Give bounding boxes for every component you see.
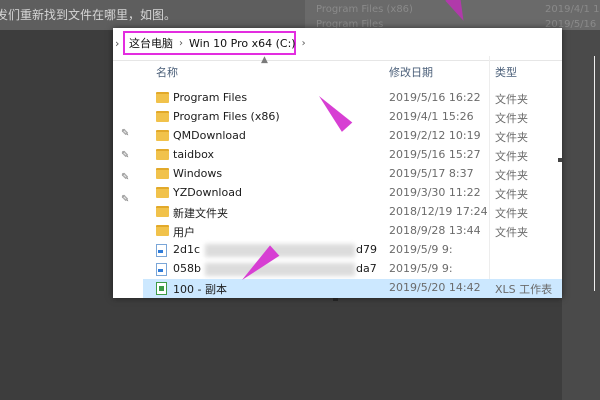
file-row[interactable]: Program Files (x86) 2019/4/1 15:26 文件夹 xyxy=(143,108,562,127)
file-name: YZDownload xyxy=(173,186,242,199)
chevron-right-icon[interactable]: › xyxy=(179,38,183,49)
file-date: 2019/2/12 10:19 xyxy=(389,129,481,142)
file-row[interactable]: Program Files 2019/5/16 16:22 文件夹 xyxy=(143,89,562,108)
file-icon xyxy=(156,244,167,257)
file-type: 文件夹 xyxy=(495,226,528,239)
column-header-name[interactable]: 名称 xyxy=(156,60,178,86)
file-type: 文件夹 xyxy=(495,150,528,163)
file-type: 文件夹 xyxy=(495,169,528,182)
background-ghost-row-date: 2019/4/1 15:26 xyxy=(545,4,600,15)
file-type: 文件夹 xyxy=(495,207,528,220)
folder-icon xyxy=(156,149,169,160)
chevron-right-icon[interactable]: › xyxy=(302,38,306,49)
file-name: Windows xyxy=(173,167,223,180)
file-type: 文件夹 xyxy=(495,93,528,106)
file-row[interactable]: Windows 2019/5/17 8:37 文件夹 xyxy=(143,165,562,184)
file-date: 2019/5/16 15:27 xyxy=(389,148,481,161)
redacted-text xyxy=(205,244,355,257)
file-name: taidbox xyxy=(173,148,214,161)
file-name: QMDownload xyxy=(173,129,246,142)
pin-icon[interactable]: ✎ xyxy=(121,194,129,205)
file-row[interactable]: taidbox 2019/5/16 15:27 文件夹 xyxy=(143,146,562,165)
breadcrumb-drive[interactable]: Win 10 Pro x64 (C:) xyxy=(189,37,296,50)
file-row[interactable]: 058b da7 2019/5/9 9: xyxy=(143,260,562,279)
file-date: 2019/4/1 15:26 xyxy=(389,110,474,123)
column-divider[interactable] xyxy=(594,56,595,291)
file-row[interactable]: QMDownload 2019/2/12 10:19 文件夹 xyxy=(143,127,562,146)
pin-icon[interactable]: ✎ xyxy=(121,150,129,161)
quick-access-pane: ✎ ✎ ✎ ✎ xyxy=(113,60,143,298)
file-date: 2019/5/9 9: xyxy=(389,262,453,275)
folder-icon xyxy=(156,168,169,179)
background-caption: 发们重新找到文件在哪里，如图。 xyxy=(0,8,177,22)
redacted-text xyxy=(205,263,355,276)
file-date: 2019/5/20 14:42 xyxy=(389,281,481,294)
file-name: 058b xyxy=(173,262,201,275)
folder-icon xyxy=(156,225,169,236)
file-date: 2019/5/16 16:22 xyxy=(389,91,481,104)
background-ghost-row-name: Program Files (x86) xyxy=(316,4,413,15)
pin-icon[interactable]: ✎ xyxy=(121,172,129,183)
file-name-suffix: da7 xyxy=(356,262,377,275)
file-date: 2018/12/19 17:24 xyxy=(389,205,488,218)
file-type: 文件夹 xyxy=(495,112,528,125)
resize-handle-mark xyxy=(558,158,562,162)
chevron-right-icon[interactable]: › xyxy=(115,37,119,50)
xls-file-icon xyxy=(156,282,167,295)
file-date: 2018/9/28 13:44 xyxy=(389,224,481,237)
file-name: 新建文件夹 xyxy=(173,207,228,220)
file-name: 2d1c xyxy=(173,243,201,256)
breadcrumb[interactable]: 这台电脑 › Win 10 Pro x64 (C:) › xyxy=(123,31,306,55)
file-row-selected[interactable]: 100 - 副本 2019/5/20 14:42 XLS 工作表 xyxy=(143,279,562,298)
file-name: 用户 xyxy=(173,226,195,239)
folder-icon xyxy=(156,206,169,217)
resize-handle-mark xyxy=(333,298,338,301)
breadcrumb-this-pc[interactable]: 这台电脑 xyxy=(129,35,173,51)
folder-icon xyxy=(156,130,169,141)
folder-icon xyxy=(156,111,169,122)
file-type: 文件夹 xyxy=(495,188,528,201)
address-bar[interactable]: › 这台电脑 › Win 10 Pro x64 (C:) › xyxy=(113,28,562,61)
file-row[interactable]: 新建文件夹 2018/12/19 17:24 文件夹 xyxy=(143,203,562,222)
file-name: Program Files (x86) xyxy=(173,110,280,123)
pin-icon[interactable]: ✎ xyxy=(121,128,129,139)
file-row[interactable]: YZDownload 2019/3/30 11:22 文件夹 xyxy=(143,184,562,203)
column-header-date[interactable]: 修改日期 xyxy=(389,60,433,86)
file-date: 2019/5/17 8:37 xyxy=(389,167,474,180)
file-name: 100 - 副本 xyxy=(173,283,227,296)
file-explorer-window: › 这台电脑 › Win 10 Pro x64 (C:) › ✎ ✎ ✎ ✎ ▲… xyxy=(113,28,595,298)
file-name: Program Files xyxy=(173,91,248,104)
file-date: 2019/3/30 11:22 xyxy=(389,186,481,199)
file-row[interactable]: 用户 2018/9/28 13:44 文件夹 xyxy=(143,222,562,241)
file-name-suffix: d79 xyxy=(356,243,377,256)
file-date: 2019/5/9 9: xyxy=(389,243,453,256)
file-type: XLS 工作表 xyxy=(495,283,553,296)
file-icon xyxy=(156,263,167,276)
file-type: 文件夹 xyxy=(495,131,528,144)
folder-icon xyxy=(156,187,169,198)
column-header-type[interactable]: 类型 xyxy=(495,60,517,86)
folder-icon xyxy=(156,92,169,103)
sort-ascending-icon: ▲ xyxy=(261,55,268,65)
file-row[interactable]: 2d1c d79 2019/5/9 9: xyxy=(143,241,562,260)
